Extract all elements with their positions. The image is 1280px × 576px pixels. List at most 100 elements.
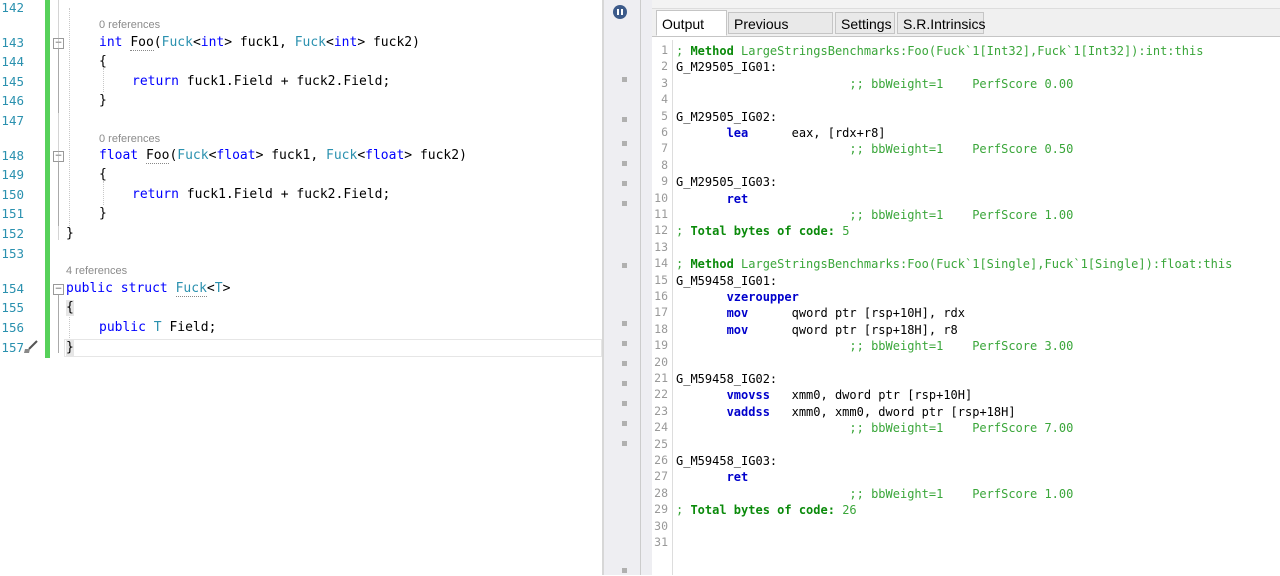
line-number: 150: [1, 187, 24, 202]
output-line: ;; bbWeight=1 PerfScore 1.00: [676, 208, 1074, 222]
output-line: mov qword ptr [rsp+10H], rdx: [726, 306, 966, 321]
line-number: 155: [1, 300, 24, 315]
line-number: 156: [1, 320, 24, 335]
output-line: ret: [726, 470, 749, 485]
output-line: G_M59458_IG02:: [676, 372, 778, 386]
scroll-marker: [622, 181, 627, 186]
output-line-number: 6: [661, 125, 668, 139]
scroll-marker: [622, 161, 627, 166]
current-line-highlight: [64, 339, 602, 357]
tab-previous-output[interactable]: Previous output: [728, 12, 833, 54]
output-line-number: 5: [661, 108, 668, 123]
line-number: 145: [1, 74, 24, 89]
line-number: 142: [1, 0, 24, 15]
scroll-marker: [622, 341, 627, 346]
code-line: return fuck1.Field + fuck2.Field;: [132, 74, 391, 89]
output-line-number: 27: [654, 469, 668, 484]
code-line: public T Field;: [99, 320, 217, 335]
code-line: int Foo(Fuck<int> fuck1, Fuck<int> fuck2…: [99, 35, 420, 51]
output-line-number: 25: [654, 436, 668, 451]
output-line-number: 24: [654, 420, 668, 435]
output-line-number: 13: [654, 239, 668, 254]
scroll-marker: [622, 77, 627, 82]
pause-icon[interactable]: [613, 5, 627, 19]
output-line: ;; bbWeight=1 PerfScore 0.50: [676, 142, 1074, 157]
line-number: 153: [1, 246, 24, 261]
tab-output[interactable]: Output: [656, 10, 727, 36]
line-number: 157: [1, 340, 24, 355]
code-cleanup-brush-icon[interactable]: [22, 340, 40, 354]
indent-guide: [69, 314, 70, 342]
output-line-number: 1: [661, 43, 668, 57]
codelens-references[interactable]: 0 references: [99, 19, 160, 31]
output-line-number: 17: [654, 305, 668, 320]
line-number: 144: [1, 54, 24, 69]
code-line: }: [99, 206, 107, 221]
output-line: ;; bbWeight=1 PerfScore 7.00: [676, 421, 1074, 436]
output-line: ; Method LargeStringsBenchmarks:Foo(Fuck…: [676, 44, 1204, 58]
scroll-marker: [622, 321, 627, 326]
output-line: vmovss xmm0, dword ptr [rsp+10H]: [726, 388, 973, 403]
output-line-number: 20: [654, 354, 668, 369]
output-line-number: 8: [661, 157, 668, 172]
output-line: ;; bbWeight=1 PerfScore 1.00: [676, 486, 1074, 501]
line-number: 151: [1, 206, 24, 221]
scroll-marker: [622, 141, 627, 146]
vertical-scrollbar[interactable]: [602, 0, 640, 575]
collapse-toggle[interactable]: −: [53, 284, 64, 295]
tab-sr-intrinsics[interactable]: S.R.Intrinsics: [897, 12, 985, 34]
line-number: 143: [1, 35, 24, 50]
code-editor[interactable]: 142 143 144 145 146 147 148 149 150 151 …: [0, 0, 602, 575]
fold-line: [58, 0, 59, 240]
scroll-marker: [622, 401, 627, 406]
output-line-number: 31: [654, 535, 668, 549]
codelens-references[interactable]: 0 references: [99, 133, 160, 145]
output-line-number: 26: [654, 453, 668, 467]
output-line-number: 4: [661, 92, 668, 107]
codelens-references[interactable]: 4 references: [66, 265, 127, 277]
scroll-marker: [622, 201, 627, 206]
output-line-number: 7: [661, 141, 668, 156]
output-line: G_M29505_IG03:: [676, 175, 778, 190]
code-line: {: [99, 54, 107, 69]
output-line: G_M29505_IG01:: [676, 60, 778, 75]
output-line-number: 22: [654, 387, 668, 402]
code-line: float Foo(Fuck<float> fuck1, Fuck<float>…: [99, 148, 467, 164]
output-line-number: 29: [654, 502, 668, 517]
output-line-number: 11: [654, 207, 668, 221]
change-tracking-bar: [45, 0, 50, 358]
indent-guide: [103, 68, 104, 92]
code-line: {: [66, 300, 74, 316]
output-line-number: 9: [661, 174, 668, 189]
output-line: ; Total bytes of code: 5: [676, 224, 850, 239]
tab-settings[interactable]: Settings: [835, 12, 895, 34]
code-line: {: [99, 167, 107, 182]
line-number: 149: [1, 167, 24, 182]
output-line: lea eax, [rdx+r8]: [726, 126, 886, 140]
output-line: ;; bbWeight=1 PerfScore 0.00: [676, 76, 1074, 91]
output-line: ; Total bytes of code: 26: [676, 503, 857, 518]
output-line-number: 12: [654, 223, 668, 238]
code-line: }: [66, 226, 74, 241]
output-line-number: 16: [654, 289, 668, 303]
output-line: G_M59458_IG03:: [676, 454, 778, 468]
output-line-number: 3: [661, 75, 668, 90]
indent-guide: [103, 181, 104, 205]
toolbar-strip: [652, 0, 1280, 9]
line-number: 148: [1, 148, 24, 163]
output-line-number: 18: [654, 321, 668, 336]
output-line: mov qword ptr [rsp+18H], r8: [726, 322, 958, 337]
line-number: 154: [1, 281, 24, 296]
fold-line: [58, 295, 59, 353]
output-line-number: 28: [654, 485, 668, 500]
output-line: ; Method LargeStringsBenchmarks:Foo(Fuck…: [676, 257, 1233, 272]
output-gutter: [672, 40, 673, 575]
line-number: 152: [1, 226, 24, 241]
scroll-marker: [622, 117, 627, 122]
output-line-number: 2: [661, 59, 668, 74]
output-line-number: 23: [654, 403, 668, 418]
scroll-marker: [622, 263, 627, 268]
output-line: ;; bbWeight=1 PerfScore 3.00: [676, 339, 1074, 354]
output-line-number: 10: [654, 190, 668, 205]
indent-guide: [69, 8, 70, 230]
